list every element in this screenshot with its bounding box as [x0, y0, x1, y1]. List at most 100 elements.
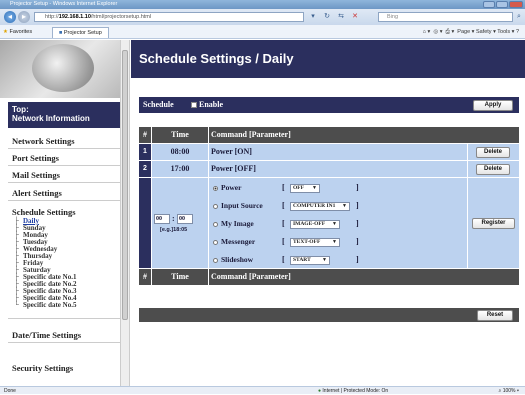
url-input[interactable]: http://192.168.1.10/html/projectorsetup.…: [34, 12, 304, 22]
chevron-down-icon: ▼: [322, 258, 327, 263]
close-button[interactable]: [509, 1, 523, 8]
minimize-button[interactable]: [483, 1, 495, 8]
chevron-down-icon: ▼: [332, 240, 337, 245]
browser-tab[interactable]: ■ Projector Setup: [52, 27, 109, 38]
page-title: Schedule Settings / Daily: [131, 40, 525, 78]
window-title-bar: Projector Setup - Windows Internet Explo…: [0, 0, 525, 9]
option-my-image[interactable]: My Image: [213, 219, 254, 228]
zoom-icon: ⌕: [498, 388, 502, 394]
globe-icon: ●: [318, 388, 322, 394]
forward-arrow-icon[interactable]: ▸: [18, 11, 30, 23]
ie-toolbar-menus[interactable]: ⌂ ▾ ◎ ▾ ⎙ ▾ Page ▾ Safety ▾ Tools ▾ ?: [423, 25, 519, 39]
reset-bar: [139, 308, 519, 322]
page-icon: ■: [59, 30, 63, 36]
bracket-open: [: [282, 255, 285, 264]
option-messenger[interactable]: Messenger: [213, 237, 255, 246]
favorites-bar: ★ Favorites ■ Projector Setup ⌂ ▾ ◎ ▾ ⎙ …: [0, 25, 525, 39]
bracket-close: ]: [356, 201, 359, 210]
help-icon[interactable]: ?: [516, 29, 519, 35]
sidebar-item-network-settings[interactable]: Network Settings: [12, 136, 75, 146]
bracket-close: ]: [356, 183, 359, 192]
radio-icon[interactable]: [213, 239, 218, 245]
sidebar-item-schedule-settings[interactable]: Schedule Settings: [12, 207, 76, 217]
bracket-close: ]: [356, 255, 359, 264]
new-entry-time-cell: 00 : 00 [e.g.]18:05: [152, 178, 208, 268]
window-title: Projector Setup - Windows Internet Explo…: [10, 1, 118, 7]
sidebar-subitem-specific-date-5[interactable]: └ Specific date No.5: [14, 302, 76, 309]
slideshow-select[interactable]: START ▼: [290, 256, 330, 265]
divider: [8, 182, 120, 183]
search-icon[interactable]: ⌕: [514, 12, 524, 22]
star-icon: ★: [3, 29, 8, 35]
main-content: Schedule Settings / Daily Schedule Enabl…: [131, 40, 525, 386]
divider: [8, 342, 120, 343]
new-entry-num-cell: [139, 178, 151, 268]
minute-input[interactable]: 00: [177, 214, 193, 224]
delete-button[interactable]: Delete: [476, 147, 510, 158]
dropdown-icon[interactable]: ▾: [308, 12, 318, 22]
row-time: 17:00: [152, 161, 208, 177]
radio-selected-icon[interactable]: [213, 185, 218, 191]
compat-icon[interactable]: ⇆: [336, 12, 346, 22]
header-command: Command [Parameter]: [209, 127, 519, 143]
radio-icon[interactable]: [213, 257, 218, 263]
messenger-select[interactable]: TEXT-OFF ▼: [290, 238, 340, 247]
search-input[interactable]: Bing: [378, 12, 513, 22]
row-num: 1: [139, 144, 151, 160]
footer-header-time: Time: [152, 269, 208, 285]
sidebar: Top: Network Information Network Setting…: [0, 40, 130, 386]
back-arrow-icon[interactable]: ◂: [4, 11, 16, 23]
register-button[interactable]: Register: [472, 218, 515, 229]
bracket-close: ]: [356, 237, 359, 246]
stop-icon[interactable]: ✕: [350, 12, 360, 22]
print-icon[interactable]: ⎙: [446, 29, 450, 35]
time-example: [e.g.]18:05: [160, 227, 188, 233]
sidebar-item-port-settings[interactable]: Port Settings: [12, 153, 59, 163]
maximize-button[interactable]: [496, 1, 508, 8]
chevron-down-icon: ▼: [312, 186, 317, 191]
checkbox-icon[interactable]: [191, 102, 197, 109]
status-bar: Done ● Internet | Protected Mode: On ⌕ 1…: [0, 386, 525, 394]
sidebar-item-security-settings[interactable]: Security Settings: [12, 363, 73, 373]
favorites-button[interactable]: ★ Favorites: [3, 25, 32, 39]
reset-button[interactable]: Reset: [477, 310, 513, 321]
divider: [8, 148, 120, 149]
input-source-select[interactable]: COMPUTER IN1 ▼: [290, 202, 350, 211]
projector-lens-image: [32, 44, 94, 92]
row-command: Power [ON]: [209, 144, 467, 160]
option-power[interactable]: Power: [213, 183, 241, 192]
feed-icon[interactable]: ◎: [433, 29, 438, 35]
option-slideshow[interactable]: Slideshow: [213, 255, 253, 264]
chevron-down-icon: ▼: [332, 222, 337, 227]
apply-button[interactable]: Apply: [473, 100, 513, 111]
option-input-source[interactable]: Input Source: [213, 201, 263, 210]
radio-icon[interactable]: [213, 203, 218, 209]
chevron-down-icon: ▼: [342, 204, 347, 209]
address-bar: ◂ ▸ http://192.168.1.10/html/projectorse…: [0, 9, 525, 25]
sidebar-item-mail-settings[interactable]: Mail Settings: [12, 170, 60, 180]
hour-input[interactable]: 00: [154, 214, 170, 224]
enable-checkbox[interactable]: Enable: [187, 97, 223, 113]
sidebar-item-top[interactable]: Top: Network Information: [8, 102, 120, 128]
divider: [8, 318, 120, 319]
sidebar-scrollbar[interactable]: [120, 40, 129, 386]
home-icon[interactable]: ⌂: [423, 29, 426, 35]
footer-header-num: #: [139, 269, 151, 285]
power-select[interactable]: OFF ▼: [290, 184, 320, 193]
sidebar-item-date-time-settings[interactable]: Date/Time Settings: [12, 330, 81, 340]
header-num: #: [139, 127, 151, 143]
delete-button[interactable]: Delete: [476, 164, 510, 175]
bracket-open: [: [282, 237, 285, 246]
row-time: 08:00: [152, 144, 208, 160]
bracket-open: [: [282, 183, 285, 192]
refresh-icon[interactable]: ↻: [322, 12, 332, 22]
schedule-enable-row: Schedule Enable: [139, 97, 519, 113]
my-image-select[interactable]: IMAGE-OFF ▼: [290, 220, 340, 229]
row-num: 2: [139, 161, 151, 177]
bracket-close: ]: [356, 219, 359, 228]
divider: [8, 165, 120, 166]
scrollbar-thumb[interactable]: [122, 50, 128, 320]
sidebar-item-alert-settings[interactable]: Alert Settings: [12, 188, 62, 198]
radio-icon[interactable]: [213, 221, 218, 227]
bracket-open: [: [282, 219, 285, 228]
